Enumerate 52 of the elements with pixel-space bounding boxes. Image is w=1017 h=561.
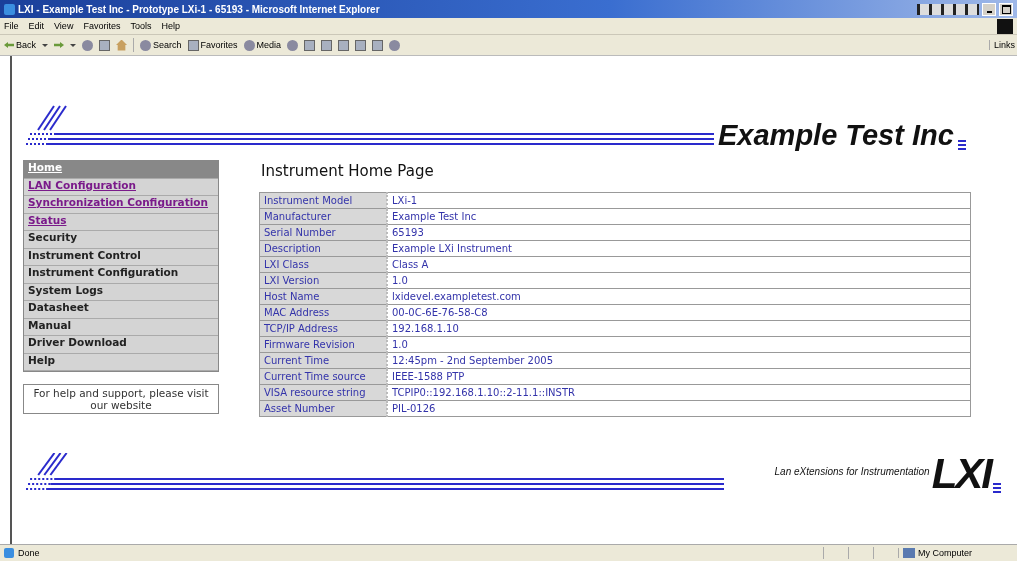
nav-item[interactable]: System Logs <box>24 283 218 301</box>
field-value: IEEE-1588 PTP <box>387 368 971 385</box>
field-value: 1.0 <box>387 336 971 353</box>
field-value: Example Test Inc <box>387 208 971 225</box>
nav-item[interactable]: Manual <box>24 318 218 336</box>
nav-item[interactable]: Help <box>24 353 218 371</box>
menu-item[interactable]: View <box>54 21 74 31</box>
nav-item[interactable]: Instrument Configuration <box>24 266 218 284</box>
nav-item[interactable]: Security <box>24 231 218 249</box>
search-button[interactable]: Search <box>140 39 182 51</box>
field-value: lxidevel.exampletest.com <box>387 288 971 305</box>
menu-item[interactable]: Favorites <box>83 21 121 31</box>
tagline: Lan eXtensions for Instrumentation <box>774 466 930 477</box>
nav-item[interactable]: Home <box>24 161 218 179</box>
field-value: TCPIP0::192.168.1.10::2-11.1::INSTR <box>387 384 971 401</box>
menu-item[interactable]: Tools <box>130 21 152 31</box>
field-value: 00-0C-6E-76-58-C8 <box>387 304 971 321</box>
field-value: 65193 <box>387 224 971 241</box>
nav-item[interactable]: Datasheet <box>24 301 218 319</box>
nav-item[interactable]: Driver Download <box>24 336 218 354</box>
zone-text: My Computer <box>918 548 972 558</box>
status-text: Done <box>18 548 40 558</box>
lxi-logo: LXI <box>931 455 991 493</box>
field-value: 1.0 <box>387 272 971 289</box>
field-value: 192.168.1.10 <box>387 320 971 337</box>
menu-item[interactable]: Help <box>161 21 180 31</box>
menu-item[interactable]: Edit <box>28 21 45 31</box>
window-title: LXI - Example Test Inc - Prototype LXi-1 - 65193 - Microsoft Internet Explorer <box>18 3 380 15</box>
field-value: Class A <box>387 256 971 273</box>
media-button[interactable]: Media <box>243 39 282 51</box>
nav-item[interactable]: LAN Configuration <box>24 178 218 196</box>
menu-item[interactable]: File <box>4 21 19 31</box>
help-text: For help and support, please visit our website <box>33 387 209 411</box>
caret-icon[interactable] <box>42 43 48 47</box>
field-value: PIL-0126 <box>387 400 971 417</box>
maximize-button[interactable] <box>999 2 1013 16</box>
field-value: LXi-1 <box>387 192 971 209</box>
field-value: 12:45pm - 2nd September 2005 <box>387 352 971 369</box>
field-label: Instrument Model <box>259 192 387 209</box>
nav-item[interactable]: Status <box>24 213 218 231</box>
nav-item[interactable]: Instrument Control <box>24 248 218 266</box>
stripes-icon <box>993 481 1001 493</box>
favorites-button[interactable]: Favorites <box>187 39 238 51</box>
caret-icon[interactable] <box>70 43 76 47</box>
company-name: Example Test Inc <box>718 119 954 152</box>
stripes-icon <box>957 138 966 150</box>
back-button[interactable]: Back <box>4 40 36 50</box>
field-value: Example LXi Instrument <box>387 240 971 257</box>
nav-item[interactable]: Synchronization Configuration <box>24 196 218 214</box>
minimize-button[interactable] <box>982 2 996 16</box>
page-title: Instrument Home Page <box>261 162 435 180</box>
links-label[interactable]: Links <box>989 40 1017 50</box>
